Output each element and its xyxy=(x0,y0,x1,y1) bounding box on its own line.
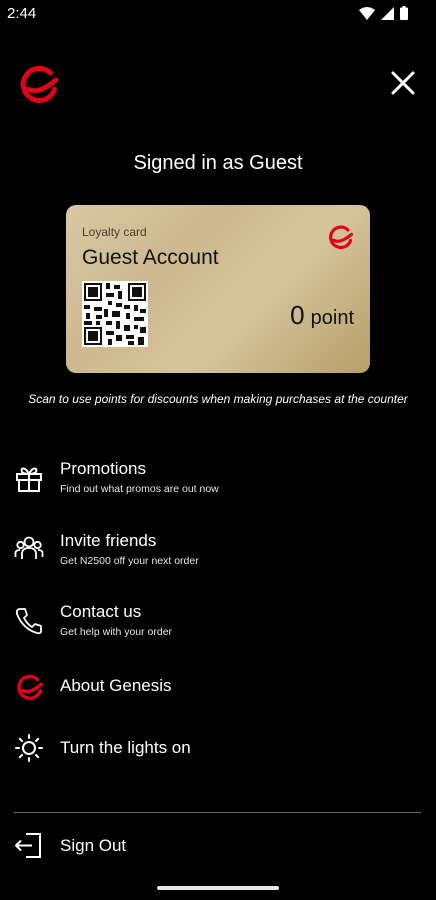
menu-item-invite-friends[interactable]: Invite friends Get N2500 off your next o… xyxy=(0,527,436,583)
card-label: Loyalty card xyxy=(82,225,147,239)
menu-item-promotions[interactable]: Promotions Find out what promos are out … xyxy=(0,455,436,511)
menu-item-contact-us[interactable]: Contact us Get help with your order xyxy=(0,598,436,654)
genesis-logo-icon xyxy=(17,674,43,700)
sign-out-label: Sign Out xyxy=(60,836,127,855)
qr-code-icon xyxy=(82,281,148,347)
menu-item-title: About Genesis xyxy=(60,676,172,695)
menu-item-title: Turn the lights on xyxy=(60,738,191,757)
points-value: 0 xyxy=(290,300,305,330)
signal-icon xyxy=(381,6,394,20)
home-indicator[interactable] xyxy=(157,886,279,890)
close-button[interactable] xyxy=(388,68,418,98)
menu-item-turn-lights-on[interactable]: Turn the lights on xyxy=(0,722,436,778)
loyalty-card: Loyalty card Guest Account 0 point xyxy=(66,205,370,373)
menu-item-title: Invite friends xyxy=(60,531,157,550)
menu-item-title: Promotions xyxy=(60,459,146,478)
scan-instruction: Scan to use points for discounts when ma… xyxy=(28,392,408,406)
wifi-icon xyxy=(359,6,375,20)
menu-item-subtitle: Get N2500 off your next order xyxy=(60,555,199,567)
battery-icon xyxy=(400,6,408,20)
sign-out-icon xyxy=(15,833,41,858)
genesis-logo-icon xyxy=(20,65,59,103)
menu-item-subtitle: Get help with your order xyxy=(60,626,173,638)
phone-icon xyxy=(15,608,42,635)
status-icons xyxy=(359,6,408,20)
people-icon xyxy=(14,536,44,559)
points-unit: point xyxy=(310,307,354,329)
card-account-name: Guest Account xyxy=(82,246,219,269)
points-display: 0 point xyxy=(290,300,354,331)
menu-item-subtitle: Find out what promos are out now xyxy=(60,483,219,495)
menu-item-title: Contact us xyxy=(60,602,142,621)
menu-item-about-genesis[interactable]: About Genesis xyxy=(0,660,436,716)
divider xyxy=(14,812,421,813)
signed-in-label: Signed in as Guest xyxy=(133,152,303,174)
gift-icon xyxy=(16,467,42,492)
genesis-logo-icon xyxy=(329,225,354,250)
sun-icon xyxy=(15,734,43,762)
sign-out-button[interactable]: Sign Out xyxy=(0,818,436,874)
status-time: 2:44 xyxy=(7,5,37,22)
status-bar: 2:44 xyxy=(0,0,436,28)
